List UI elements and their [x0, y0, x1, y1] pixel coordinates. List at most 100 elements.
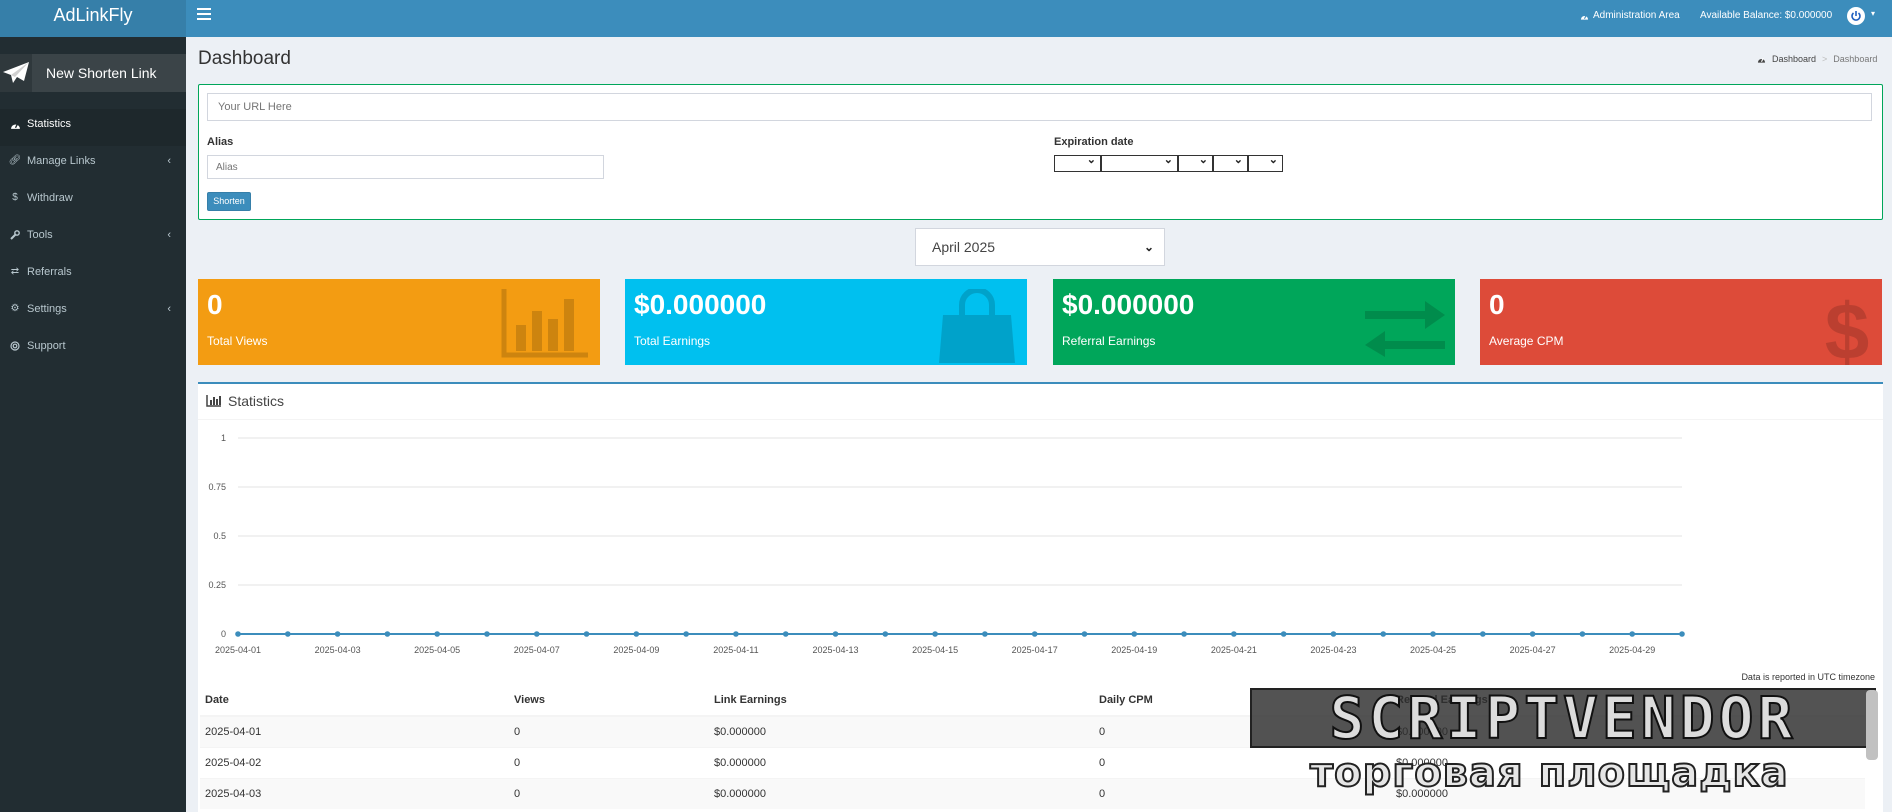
table-row: 2025-04-03 0 $0.000000 0 $0.000000 — [200, 777, 1865, 809]
chevron-left-icon: ‹ — [167, 229, 171, 241]
breadcrumb-link-dashboard[interactable]: Dashboard — [1772, 54, 1816, 64]
data-point[interactable] — [434, 631, 440, 637]
data-point[interactable] — [284, 631, 291, 637]
url-input[interactable] — [207, 93, 1872, 121]
administration-area-link[interactable]: Administration Area — [1580, 0, 1680, 31]
data-point[interactable] — [733, 631, 739, 637]
data-point[interactable] — [1529, 631, 1536, 637]
data-point[interactable] — [932, 631, 938, 637]
data-point[interactable] — [633, 631, 640, 637]
x-tick-label: 2025-04-03 — [315, 645, 361, 655]
x-tick-label: 2025-04-19 — [1111, 645, 1157, 655]
total-earnings-value: $0.000000 — [634, 289, 767, 320]
sidebar-item-tools[interactable]: Tools ‹ — [0, 220, 186, 257]
paper-plane-icon — [0, 54, 32, 92]
sidebar-item-label: Tools — [27, 229, 53, 241]
data-point[interactable] — [533, 631, 540, 637]
data-point[interactable] — [982, 631, 988, 637]
data-point[interactable] — [1231, 631, 1237, 637]
data-point[interactable] — [1430, 631, 1436, 637]
data-point[interactable] — [1330, 631, 1337, 637]
caret-down-icon[interactable]: ▾ — [1871, 9, 1875, 18]
lifebuoy-icon — [8, 331, 22, 364]
sidebar-item-label: Withdraw — [27, 192, 73, 204]
table-header-row: Date Views Link Earnings Daily CPM Refer… — [200, 685, 1865, 717]
data-point[interactable] — [384, 631, 391, 637]
data-point[interactable] — [683, 631, 689, 637]
chevron-left-icon: ‹ — [167, 303, 171, 315]
sidebar-item-label: Statistics — [27, 118, 72, 130]
data-point[interactable] — [1181, 631, 1187, 637]
total-views-value: 0 — [207, 289, 223, 320]
y-tick-label: 1 — [221, 433, 226, 443]
total-earnings-box: $0.000000 Total Earnings — [625, 279, 1027, 365]
expiration-day-select[interactable] — [1101, 153, 1178, 172]
y-tick-label: 0 — [221, 629, 226, 639]
expiration-minute-select[interactable] — [1248, 153, 1283, 172]
average-cpm-label: Average CPM — [1489, 334, 1564, 348]
sidebar-item-label: Manage Links — [27, 155, 96, 167]
statistics-header: Statistics — [206, 384, 284, 418]
sidebar-item-statistics[interactable]: Statistics — [0, 109, 186, 146]
data-point[interactable] — [1280, 631, 1287, 637]
month-select[interactable]: April 2025 ⌄ — [915, 228, 1165, 266]
data-point[interactable] — [1679, 631, 1685, 637]
x-tick-label: 2025-04-01 — [215, 645, 261, 655]
data-point[interactable] — [1131, 631, 1138, 637]
app-logo[interactable]: AdLinkFly — [0, 0, 186, 37]
sidebar-item-manage-links[interactable]: 🔗︎ Manage Links ‹ — [0, 146, 186, 183]
scrollbar[interactable] — [1866, 690, 1878, 760]
data-point[interactable] — [334, 631, 341, 637]
data-point[interactable] — [1380, 631, 1387, 637]
data-point[interactable] — [484, 631, 490, 637]
wrench-icon — [8, 220, 22, 253]
dashboard-icon — [1757, 57, 1766, 63]
data-point[interactable] — [235, 631, 241, 637]
breadcrumb: Dashboard > Dashboard — [1757, 54, 1877, 64]
table-cell: 0 — [509, 715, 709, 747]
table-cell: 0 — [1094, 777, 1391, 809]
column-header-link-earnings: Link Earnings — [709, 685, 1094, 717]
expiration-hour-select[interactable] — [1213, 153, 1248, 172]
link-icon: 🔗︎ — [8, 155, 22, 166]
month-select-value: April 2025 — [932, 239, 996, 255]
x-tick-label: 2025-04-05 — [414, 645, 460, 655]
expiration-date-label: Expiration date — [1054, 136, 1134, 148]
sidebar: New Shorten Link Statistics 🔗︎ Manage Li… — [0, 37, 186, 812]
table-cell: $0.000000 — [709, 777, 1094, 809]
x-tick-label: 2025-04-23 — [1310, 645, 1356, 655]
new-shorten-link-button[interactable]: New Shorten Link — [0, 54, 186, 92]
sidebar-toggle-icon[interactable] — [197, 8, 211, 20]
expiration-year-select[interactable] — [1178, 153, 1213, 172]
statistics-title: Statistics — [228, 393, 285, 409]
data-point[interactable] — [1480, 631, 1486, 637]
gears-icon: ⚙︎ — [10, 303, 20, 314]
x-tick-label: 2025-04-13 — [812, 645, 858, 655]
exchange-icon — [1365, 301, 1445, 357]
sidebar-item-support[interactable]: Support — [0, 331, 186, 368]
data-point[interactable] — [832, 631, 839, 637]
sidebar-item-referrals[interactable]: ⇄ Referrals — [0, 257, 186, 294]
user-menu-button[interactable] — [1847, 7, 1865, 25]
data-point[interactable] — [782, 631, 789, 637]
sidebar-item-withdraw[interactable]: $ Withdraw — [0, 183, 186, 220]
sidebar-item-settings[interactable]: ⚙︎ Settings ‹ — [0, 294, 186, 331]
table-cell: 2025-04-01 — [200, 715, 509, 747]
expiration-month-select[interactable] — [1054, 153, 1101, 172]
referral-earnings-value: $0.000000 — [1062, 289, 1195, 320]
alias-input[interactable] — [207, 155, 604, 179]
chevron-left-icon: ‹ — [167, 155, 171, 167]
data-point[interactable] — [882, 631, 889, 637]
data-point[interactable] — [583, 631, 590, 637]
data-point[interactable] — [1629, 631, 1636, 637]
table-cell: 2025-04-02 — [200, 746, 509, 778]
shorten-button[interactable]: Shorten — [207, 192, 251, 211]
x-tick-label: 2025-04-25 — [1410, 645, 1456, 655]
statistics-panel: Statistics 0 0.25 0.5 0.75 1 2025-04-01 2025-0… — [198, 382, 1883, 812]
data-point[interactable] — [1031, 631, 1038, 637]
top-navbar: AdLinkFly Administration Area Available … — [0, 0, 1892, 37]
expiration-date-selects — [1054, 153, 1283, 172]
data-point[interactable] — [1579, 631, 1586, 637]
data-point[interactable] — [1081, 631, 1088, 637]
table-cell: $0.000000 — [1391, 746, 1865, 778]
